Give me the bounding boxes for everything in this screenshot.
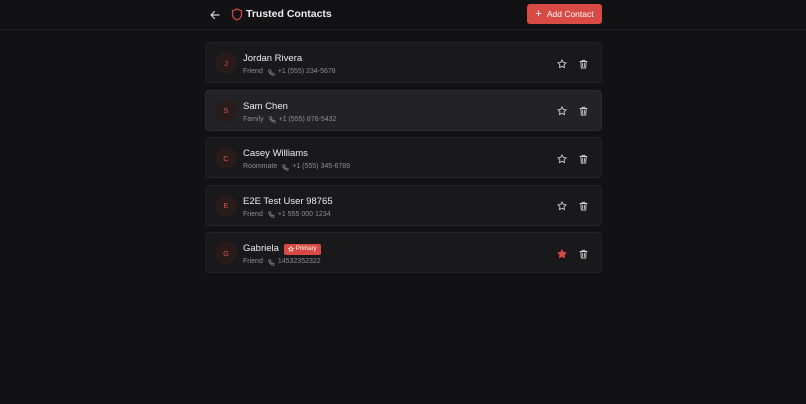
set-primary-button[interactable] bbox=[556, 153, 567, 164]
trash-icon bbox=[579, 154, 588, 163]
contact-phone: +1 (555) 234-5678 bbox=[268, 67, 336, 77]
phone-icon bbox=[282, 164, 289, 171]
contact-phone-number: +1 (555) 345-6789 bbox=[292, 163, 351, 170]
star-filled-icon bbox=[556, 248, 567, 258]
phone-icon bbox=[268, 116, 276, 123]
top-bar: Trusted Contacts + Add Contact bbox=[0, 0, 806, 30]
add-contact-button[interactable]: + Add Contact bbox=[527, 4, 602, 24]
delete-button[interactable] bbox=[578, 106, 589, 117]
contact-name: Jordan Rivera bbox=[243, 53, 302, 65]
plus-icon: + bbox=[535, 8, 542, 20]
contact-phone-number: 14532352322 bbox=[277, 258, 321, 265]
star-outline-icon bbox=[556, 106, 567, 116]
set-primary-button[interactable] bbox=[556, 106, 567, 117]
contact-card[interactable]: S Sam Chen Family +1 (555) 876-5432 bbox=[205, 89, 602, 131]
page-title: Trusted Contacts bbox=[246, 8, 332, 20]
contact-phone-number: +1 (555) 234-5678 bbox=[277, 68, 336, 75]
trash-icon bbox=[579, 59, 588, 68]
avatar: S bbox=[215, 99, 237, 122]
contact-card[interactable]: J Jordan Rivera Friend +1 (555) 234-5678 bbox=[205, 42, 602, 83]
contact-name: Casey Williams bbox=[243, 148, 308, 160]
delete-button[interactable] bbox=[578, 248, 589, 259]
phone-icon bbox=[268, 259, 275, 266]
contact-meta: Friend 14532352322 bbox=[243, 257, 321, 267]
primary-badge: Primary bbox=[283, 243, 321, 255]
avatar: E bbox=[215, 194, 237, 217]
star-outline-icon bbox=[556, 201, 567, 211]
set-primary-button[interactable] bbox=[556, 58, 567, 69]
contact-phone: +1 555 000 1234 bbox=[268, 210, 331, 220]
contact-list: J Jordan Rivera Friend +1 (555) 234-5678… bbox=[205, 42, 602, 280]
contact-relation: Friend bbox=[243, 210, 263, 218]
back-button[interactable] bbox=[207, 7, 223, 23]
contact-card[interactable]: G Gabriela Primary Friend 14532352322 bbox=[205, 232, 602, 273]
contact-relation: Friend bbox=[243, 258, 263, 265]
contact-card[interactable]: C Casey Williams Roommate +1 (555) 345-6… bbox=[205, 137, 602, 178]
delete-button[interactable] bbox=[578, 58, 589, 69]
contact-relation: Friend bbox=[243, 68, 263, 75]
contact-meta: Family +1 (555) 876-5432 bbox=[243, 115, 336, 125]
avatar: G bbox=[215, 242, 237, 264]
set-primary-button[interactable] bbox=[556, 248, 567, 259]
contact-relation: Family bbox=[243, 115, 264, 123]
contact-name-text: Casey Williams bbox=[243, 148, 308, 159]
trash-icon bbox=[579, 249, 588, 258]
star-icon bbox=[287, 246, 294, 252]
contact-name-text: Gabriela bbox=[243, 243, 279, 254]
add-contact-label: Add Contact bbox=[546, 9, 594, 19]
star-outline-icon bbox=[556, 153, 567, 163]
delete-button[interactable] bbox=[578, 153, 589, 164]
contact-phone: +1 (555) 345-6789 bbox=[282, 162, 350, 172]
contact-name: E2E Test User 98765 bbox=[243, 196, 333, 208]
contact-meta: Friend +1 555 000 1234 bbox=[243, 210, 331, 220]
contact-meta: Roommate +1 (555) 345-6789 bbox=[243, 162, 350, 172]
contact-name-text: Jordan Rivera bbox=[243, 53, 303, 64]
contact-meta: Friend +1 (555) 234-5678 bbox=[243, 67, 336, 77]
contact-card[interactable]: E E2E Test User 98765 Friend +1 555 000 … bbox=[205, 184, 602, 226]
shield-icon bbox=[231, 8, 243, 21]
arrow-left-icon bbox=[210, 10, 220, 20]
phone-icon bbox=[268, 69, 275, 76]
avatar: J bbox=[215, 52, 237, 74]
delete-button[interactable] bbox=[578, 201, 589, 212]
contact-relation: Roommate bbox=[243, 163, 278, 170]
star-outline-icon bbox=[556, 58, 567, 68]
trash-icon bbox=[579, 106, 588, 116]
contact-name: Sam Chen bbox=[243, 101, 288, 113]
contact-phone: +1 (555) 876-5432 bbox=[268, 115, 337, 125]
contact-name-text: E2E Test User 98765 bbox=[243, 195, 333, 207]
trash-icon bbox=[579, 201, 588, 211]
contact-name: Gabriela Primary bbox=[243, 243, 321, 255]
primary-badge-label: Primary bbox=[295, 245, 317, 252]
phone-icon bbox=[268, 211, 275, 218]
set-primary-button[interactable] bbox=[556, 201, 567, 212]
contact-phone: 14532352322 bbox=[268, 257, 321, 267]
contact-phone-number: +1 (555) 876-5432 bbox=[278, 115, 337, 123]
avatar: C bbox=[215, 147, 237, 169]
contact-name-text: Sam Chen bbox=[243, 100, 288, 112]
contact-phone-number: +1 555 000 1234 bbox=[277, 210, 331, 218]
